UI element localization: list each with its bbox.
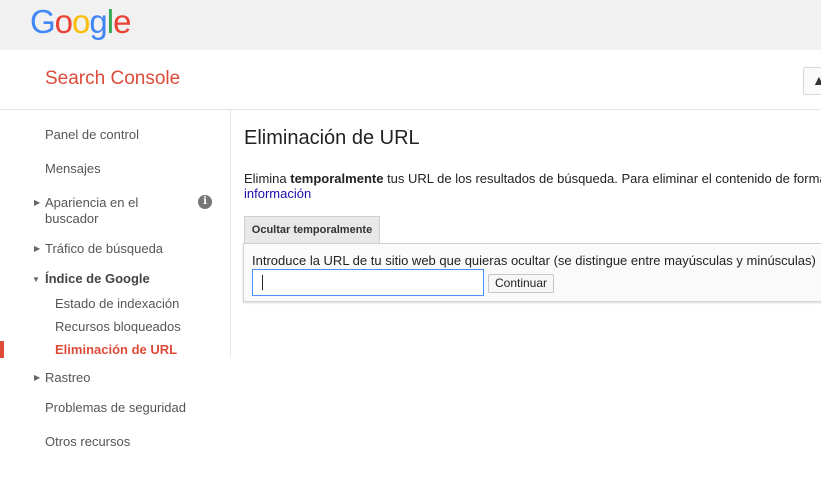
sidebar-item-recursos-bloqueados[interactable]: Recursos bloqueados <box>55 319 181 335</box>
sidebar-item-trafico[interactable]: Tráfico de búsqueda <box>45 241 163 257</box>
google-top-bar: Google <box>0 0 821 50</box>
product-title[interactable]: Search Console <box>45 68 180 90</box>
sidebar-item-eliminacion-url[interactable]: Eliminación de URL <box>55 342 177 358</box>
desc-suffix: tus URL de los resultados de búsqueda. P… <box>383 171 821 186</box>
sidebar-item-apariencia-line2[interactable]: buscador <box>45 211 98 227</box>
info-icon[interactable]: i <box>198 195 212 209</box>
help-button[interactable]: ▲ <box>803 67 821 95</box>
tab-ocultar-temporalmente[interactable]: Ocultar temporalmente <box>244 216 380 243</box>
sidebar-divider <box>230 110 231 357</box>
continue-button[interactable]: Continuar <box>488 274 554 293</box>
active-indicator <box>0 341 4 358</box>
search-console-header: Search Console ▲ <box>0 50 821 110</box>
expand-triangle-icon[interactable]: ▶ <box>34 244 40 253</box>
google-logo[interactable]: Google <box>30 2 131 42</box>
sidebar-item-apariencia[interactable]: Apariencia en el <box>45 195 138 211</box>
logo-letter: g <box>89 3 107 40</box>
sidebar-item-estado-indexacion[interactable]: Estado de indexación <box>55 296 179 312</box>
sidebar-item-mensajes[interactable]: Mensajes <box>45 161 101 177</box>
help-icon: ▲ <box>812 72 821 88</box>
page-title: Eliminación de URL <box>244 127 420 149</box>
sidebar-item-otros-recursos[interactable]: Otros recursos <box>45 434 130 450</box>
text-caret <box>262 275 263 290</box>
desc-prefix: Elimina <box>244 171 291 186</box>
expand-triangle-icon[interactable]: ▶ <box>34 198 40 207</box>
more-info-link[interactable]: información <box>244 186 311 201</box>
sidebar-item-indice[interactable]: Índice de Google <box>45 271 150 287</box>
url-input-label: Introduce la URL de tu sitio web que qui… <box>252 253 816 268</box>
description-text: Elimina temporalmente tus URL de los res… <box>244 171 821 186</box>
sidebar-item-panel-de-control[interactable]: Panel de control <box>45 127 139 143</box>
logo-letter: o <box>54 3 73 40</box>
url-input[interactable] <box>252 269 484 296</box>
logo-letter: o <box>72 3 90 40</box>
expand-triangle-icon[interactable]: ▶ <box>34 373 40 382</box>
sidebar-item-problemas-seguridad[interactable]: Problemas de seguridad <box>45 400 186 416</box>
logo-letter: G <box>30 3 56 40</box>
collapse-triangle-icon[interactable]: ▼ <box>32 275 40 284</box>
sidebar-item-rastreo[interactable]: Rastreo <box>45 370 91 386</box>
desc-bold: temporalmente <box>290 171 384 186</box>
logo-letter: e <box>113 3 131 40</box>
